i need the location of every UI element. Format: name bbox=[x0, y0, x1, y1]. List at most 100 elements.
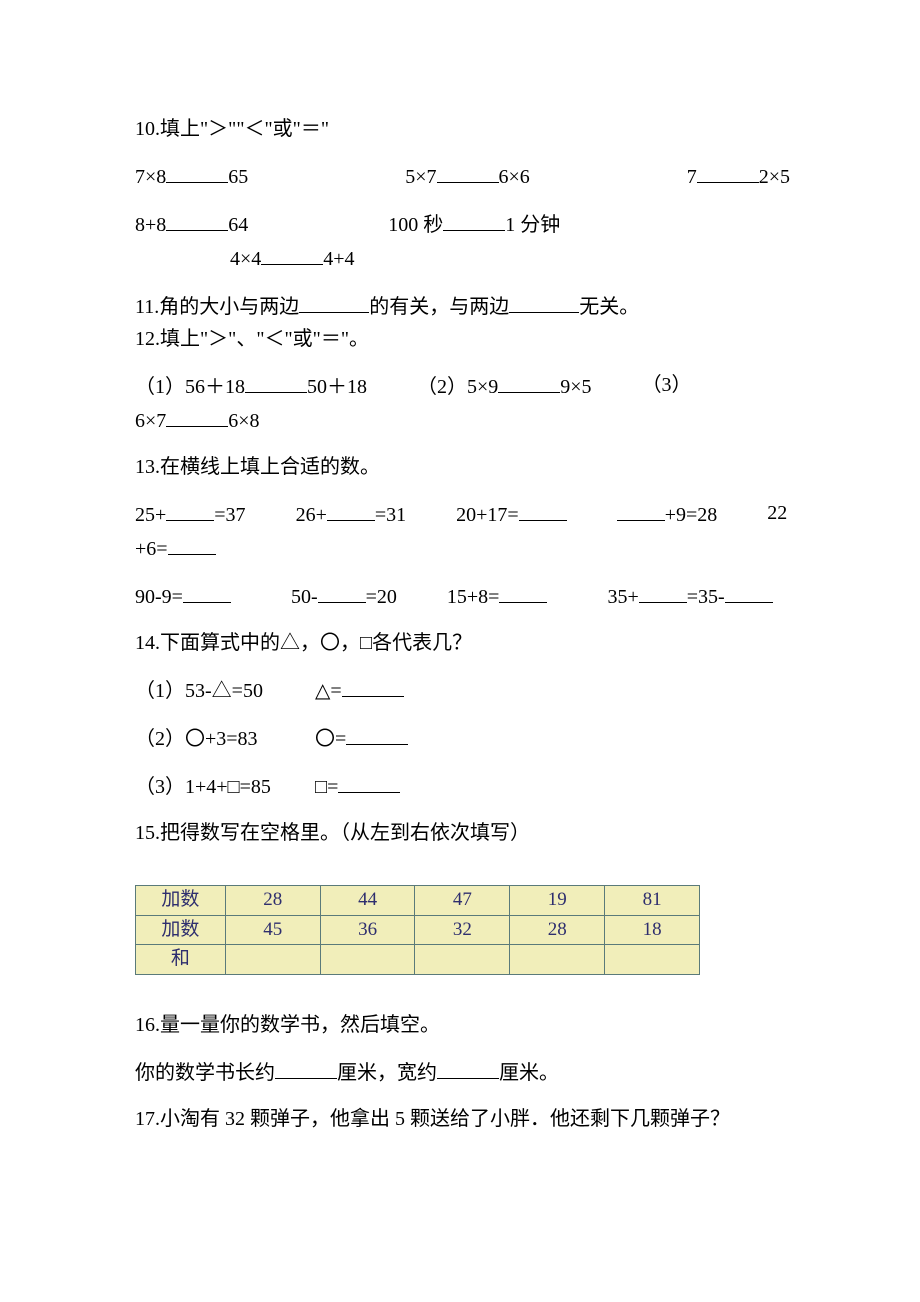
q10-r2b: 100 秒 1 分钟 bbox=[388, 209, 560, 239]
q14-l1: （1）53-△=50 △= bbox=[135, 675, 790, 705]
val: =35- bbox=[687, 586, 725, 608]
expr: （1）53-△=50 bbox=[135, 677, 310, 705]
blank[interactable] bbox=[327, 499, 375, 521]
addition-table: 加数 28 44 47 19 81 加数 45 36 32 28 18 和 bbox=[135, 885, 700, 975]
blank[interactable] bbox=[639, 581, 687, 603]
q16-title: 16.量一量你的数学书，然后填空。 bbox=[135, 1011, 790, 1039]
spacer bbox=[367, 371, 417, 401]
blank[interactable] bbox=[166, 499, 214, 521]
val: 64 bbox=[228, 214, 248, 236]
blank[interactable] bbox=[498, 371, 560, 393]
blank[interactable] bbox=[338, 771, 400, 793]
expr: 35+ bbox=[607, 586, 638, 608]
blank[interactable] bbox=[437, 1057, 499, 1079]
spacer bbox=[248, 209, 388, 239]
expr: 20+17= bbox=[456, 504, 519, 526]
cell: 44 bbox=[320, 886, 415, 916]
q10-r1c: 72×5 bbox=[687, 161, 790, 191]
q13-r1d: +9=28 bbox=[617, 499, 718, 529]
table-row: 加数 28 44 47 19 81 bbox=[136, 886, 700, 916]
expr: （1）56＋18 bbox=[135, 376, 245, 398]
blank[interactable] bbox=[245, 371, 307, 393]
cell-blank[interactable] bbox=[415, 945, 510, 975]
expr: 6×7 bbox=[135, 410, 166, 432]
q15-title: 15.把得数写在空格里。（从左到右依次填写） bbox=[135, 819, 790, 847]
solve: △= bbox=[315, 680, 342, 702]
val: 2×5 bbox=[759, 166, 790, 188]
expr: 25+ bbox=[135, 504, 166, 526]
cell-blank[interactable] bbox=[510, 945, 605, 975]
val: +9=28 bbox=[665, 504, 718, 526]
cell: 19 bbox=[510, 886, 605, 916]
q10-row3: 4×4 4+4 bbox=[135, 243, 790, 273]
cell-blank[interactable] bbox=[605, 945, 700, 975]
blank[interactable] bbox=[437, 161, 499, 183]
text: 无关。 bbox=[579, 296, 639, 318]
q17-text: 17.小淘有 32 颗弹子，他拿出 5 颗送给了小胖．他还剩下几颗弹子？ bbox=[135, 1105, 790, 1133]
text: 11.角的大小与两边 bbox=[135, 296, 299, 318]
row-header: 和 bbox=[136, 945, 226, 975]
blank[interactable] bbox=[697, 161, 759, 183]
expr: 4×4 bbox=[230, 248, 261, 270]
blank[interactable] bbox=[346, 723, 408, 745]
expr: 26+ bbox=[296, 504, 327, 526]
cell: 81 bbox=[605, 886, 700, 916]
q10-row2: 8+864 100 秒1 分钟 bbox=[135, 209, 790, 239]
row-header: 加数 bbox=[136, 886, 226, 916]
q13-title: 13.在横线上填上合适的数。 bbox=[135, 453, 790, 481]
q13-r1e: +6= bbox=[135, 538, 216, 560]
text: 的有关，与两边 bbox=[369, 296, 509, 318]
q12-row1: （1）56＋1850＋18 （2）5×99×5 （3） bbox=[135, 371, 790, 401]
cell: 28 bbox=[510, 915, 605, 945]
val: =37 bbox=[214, 504, 245, 526]
blank[interactable] bbox=[519, 499, 567, 521]
blank[interactable] bbox=[617, 499, 665, 521]
cell: 47 bbox=[415, 886, 510, 916]
val: 9×5 bbox=[560, 376, 591, 398]
blank[interactable] bbox=[168, 533, 216, 555]
blank[interactable] bbox=[499, 581, 547, 603]
q12-a: （1）56＋1850＋18 bbox=[135, 371, 367, 401]
expr: 100 秒 bbox=[388, 214, 443, 236]
expr: 90-9= bbox=[135, 586, 183, 608]
blank[interactable] bbox=[342, 675, 404, 697]
spacer bbox=[717, 499, 767, 529]
blank[interactable] bbox=[318, 581, 366, 603]
val: 1 分钟 bbox=[505, 214, 560, 236]
q13-row2: 90-9= 50-=20 15+8= 35+=35- bbox=[135, 581, 790, 611]
text: 厘米，宽约 bbox=[337, 1062, 437, 1084]
expr: 7×8 bbox=[135, 166, 166, 188]
q13-r2d: 35+ =35- bbox=[607, 581, 772, 611]
blank[interactable] bbox=[261, 243, 323, 265]
blank[interactable] bbox=[725, 581, 773, 603]
blank[interactable] bbox=[275, 1057, 337, 1079]
q14-l2: （2）〇+3=83 〇= bbox=[135, 723, 790, 753]
blank[interactable] bbox=[166, 209, 228, 231]
q13-r1a: 25+ =37 bbox=[135, 499, 246, 529]
blank[interactable] bbox=[166, 161, 228, 183]
expr: 15+8= bbox=[447, 586, 500, 608]
blank[interactable] bbox=[166, 405, 228, 427]
table-row: 和 bbox=[136, 945, 700, 975]
q13-r2c: 15+8= bbox=[447, 581, 548, 611]
cell-blank[interactable] bbox=[225, 945, 320, 975]
blank[interactable] bbox=[509, 291, 579, 313]
q14-l3: （3）1+4+□=85 □= bbox=[135, 771, 790, 801]
blank[interactable] bbox=[443, 209, 505, 231]
cell-blank[interactable] bbox=[320, 945, 415, 975]
blank[interactable] bbox=[183, 581, 231, 603]
expr: +6= bbox=[135, 538, 168, 560]
spacer bbox=[135, 865, 790, 877]
cell: 36 bbox=[320, 915, 415, 945]
cell: 28 bbox=[225, 886, 320, 916]
val: 4+4 bbox=[323, 248, 354, 270]
spacer bbox=[135, 997, 790, 1011]
q11-line: 11.角的大小与两边 的有关，与两边 无关。 bbox=[135, 291, 790, 321]
val: 6×8 bbox=[228, 410, 259, 432]
q10-r1a: 7×865 bbox=[135, 161, 248, 191]
q12-c-label: （3） bbox=[642, 371, 692, 401]
q10-r1b: 5×76×6 bbox=[405, 161, 530, 191]
expr: 50- bbox=[291, 586, 318, 608]
blank[interactable] bbox=[299, 291, 369, 313]
q13-r1b: 26+=31 bbox=[296, 499, 407, 529]
